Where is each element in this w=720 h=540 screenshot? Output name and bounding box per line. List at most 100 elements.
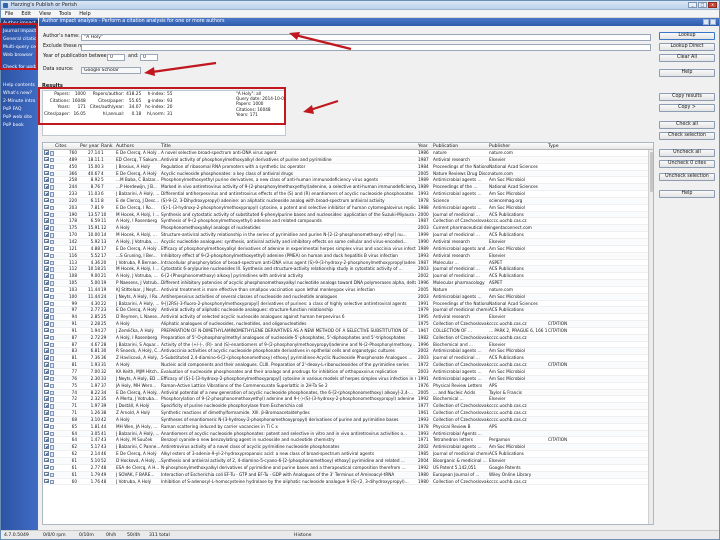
table-row[interactable]: 87 4.67 28 J Balzarini, S Aquar... Activity … [43,341,653,349]
table-row[interactable]: 190 13.57 10 M Hocek, A Holý, I ... Synthesi… [43,211,653,219]
row-checkbox[interactable] [44,341,49,347]
maximize-button[interactable]: □ [698,2,707,8]
row-checkbox[interactable] [44,197,49,203]
row-checkbox[interactable] [44,218,49,223]
table-row[interactable]: 203 7.81 9 E De Clercq, I Ro... (S)-1-(3-hyd… [43,204,653,212]
table-row[interactable]: 489 18.11 1 ED Clercq, T Sakum... Antiviral … [43,156,653,164]
table-row[interactable]: 91 1.94 27 J Zemlička, A Holý PREPARATION OF… [43,327,653,335]
table-row[interactable]: 77 7.00 32 KA Keith, MJM Hitch... Evaluation… [43,369,653,376]
table-row[interactable]: 65 1.81 44 MH Wen, JA Holy, ... Raman scatte… [43,423,653,431]
table-row[interactable]: 97 2.77 23 E De Clercq, A Holý Antiviral act… [43,307,653,315]
check-all-button[interactable]: Check all [659,121,715,129]
row-checkbox[interactable] [44,478,49,483]
table-row[interactable]: 75 1.97 37 JA Holy, MH Wern... Raman-Active … [43,382,653,390]
row-checkbox[interactable] [44,259,49,264]
row-checkbox[interactable] [44,334,49,340]
copy-more-button[interactable]: Copy > [659,104,715,112]
table-row[interactable]: 760 27.14 1 E De Clercq, A Holý ... A novel … [43,150,653,157]
row-checkbox[interactable] [44,403,49,408]
table-row[interactable]: 64 3.05 41 J Balzarini, A Holý, ... Anantiom… [43,430,653,438]
table-row[interactable]: 142 5.92 13 A Holý, J Votruba, ... Acyclic n… [43,238,653,246]
column-header-title[interactable]: Title [161,143,171,150]
author-name-input[interactable]: "A Holy" [81,34,651,41]
menu-file[interactable]: File [5,10,13,17]
row-checkbox[interactable] [44,184,49,189]
row-checkbox[interactable] [44,150,49,155]
row-checkbox[interactable] [44,163,49,169]
table-row[interactable]: 366 40.67 4 E De Clercq, A Holý Acyclic nucl… [43,170,653,178]
row-checkbox[interactable] [44,191,49,196]
menu-tools[interactable]: Tools [59,10,71,17]
row-checkbox[interactable] [44,451,49,456]
row-checkbox[interactable] [44,170,49,176]
help-icon[interactable] [703,19,709,25]
table-row[interactable]: 105 5.00 19 P Naesens, J Votrub... Different… [43,280,653,287]
row-checkbox[interactable] [44,471,49,477]
row-checkbox[interactable] [44,375,49,381]
row-checkbox[interactable] [44,293,49,299]
column-header-per-year[interactable]: Per year [80,143,99,150]
column-header-type[interactable]: Type [548,143,559,150]
row-checkbox[interactable] [44,300,49,306]
scrollbar-thumb[interactable] [649,152,653,192]
table-row[interactable]: 81 7.36 36 Z Havlicová, A Holý, ... 5-Substi… [43,355,653,363]
table-row[interactable]: 258 8.92 5 ...M Baba, C Balzar... Phosphonyl… [43,177,653,185]
sidebar-item-pop-book[interactable]: PoP book [1,122,38,130]
uncheck-zero-cites-button[interactable]: Uncheck 0 cites [659,160,715,168]
row-checkbox[interactable] [44,204,49,210]
row-checkbox[interactable] [44,321,49,326]
table-row[interactable]: 87 2.72 29 A Holý, I Rosenberg Preparation o… [43,334,653,342]
row-checkbox[interactable] [44,410,49,415]
table-row[interactable]: 62 5.17 43 J Balzarini, C Panne... Antiretro… [43,444,653,452]
row-checkbox[interactable] [44,211,49,217]
row-checkbox[interactable] [44,252,49,258]
row-checkbox[interactable] [44,464,49,470]
uncheck-all-button[interactable]: Uncheck all [659,149,715,157]
sidebar-item-pop-web-site[interactable]: PoP web site [1,114,38,122]
row-checkbox[interactable] [44,437,49,442]
table-row[interactable]: 62 2.14 46 E De Clercq, A Holý Alkyl esters … [43,451,653,458]
column-header-authors[interactable]: Authors [116,143,134,150]
row-checkbox[interactable] [44,280,49,285]
row-checkbox[interactable] [44,286,49,292]
check-selection-button[interactable]: Check selection [659,132,715,140]
row-checkbox[interactable] [44,355,49,360]
row-checkbox[interactable] [44,382,49,388]
table-row[interactable]: 170 10.00 14 M Hocek, A Holý, ... Structure-… [43,232,653,239]
close-panel-icon[interactable] [710,19,716,25]
table-row[interactable]: 64 1.47 43 A Holý, M Souček Benzoyl cyanide-… [43,437,653,445]
help-button[interactable]: Help [659,69,715,77]
row-checkbox[interactable] [44,314,49,319]
row-checkbox[interactable] [44,177,49,182]
table-row[interactable]: 61 2.77 48 ESA de Clercq, A H... N-phosphony… [43,464,653,472]
row-checkbox[interactable] [44,389,49,395]
table-row[interactable]: 113 4.36 20 J Votruba, R Bernae... Intracell… [43,259,653,267]
row-checkbox[interactable] [44,156,49,162]
table-row[interactable]: 61 1.79 49 J SOVAK, F BARE... Interaction of… [43,471,653,479]
table-row[interactable]: 108 9.00 21 A Holý, J Votruba, ... 6-[2-(Pho… [43,273,653,281]
row-checkbox[interactable] [44,348,49,353]
table-row[interactable]: 76 2.30 33 J Neyts, A Holý, ED ... Efficacy … [43,375,653,383]
column-header-rank[interactable]: Rank [101,143,112,150]
column-header-publisher[interactable]: Publisher [489,143,510,150]
sidebar-item-whats-new[interactable]: What's new? [1,90,38,98]
menu-view[interactable]: View [39,10,51,17]
sidebar-item-2-minute-intro[interactable]: 2-Minute intro [1,98,38,106]
table-row[interactable]: 91 2.28 25 A Holý Aliphatic analogues of nuc… [43,321,653,328]
row-checkbox[interactable] [44,444,49,449]
sidebar-item-pop-faq[interactable]: PoP FAQ [1,106,38,114]
table-row[interactable]: 71 1.26 38 Z Arnold, A Holý Synthetic reacti… [43,410,653,417]
row-checkbox[interactable] [44,423,49,429]
table-row[interactable]: 112 10.18 21 M Hocek, A Holý, I ... Cytostat… [43,266,653,274]
table-row[interactable]: 244 8.76 7 ...P Herdewijn, J B... Marked in … [43,184,653,192]
vertical-scrollbar[interactable] [648,150,653,524]
exclude-names-input[interactable] [81,44,651,51]
lookup-direct-button[interactable]: Lookup Direct [659,43,715,51]
row-checkbox[interactable] [44,307,49,312]
table-row[interactable]: 60 1.76 48 J Votruba, A Holý Inhibition of S… [43,478,653,486]
table-row[interactable]: 74 8.22 34 E De Clercq, A Holý... Antiviral … [43,389,653,397]
sidebar-item-help-contents[interactable]: Help contents [1,82,38,90]
table-row[interactable]: 233 11.03 6 J Balzarini, A Holý, ... Differe… [43,191,653,198]
table-row[interactable]: 121 4.88 17 E De Clercq, A Holý ... Efficacy… [43,245,653,253]
column-header-cites[interactable]: Cites [55,143,67,150]
